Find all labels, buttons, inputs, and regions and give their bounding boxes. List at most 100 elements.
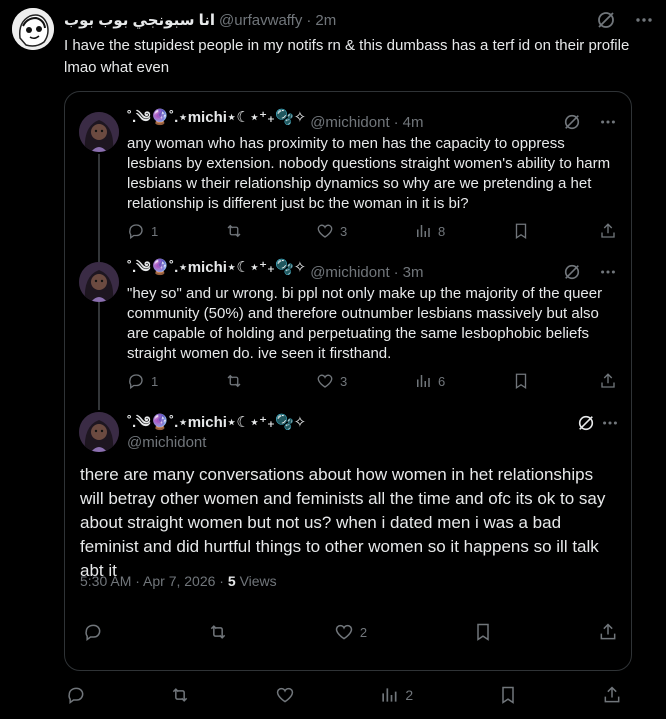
share-button[interactable] xyxy=(599,372,619,390)
main-tweet-author[interactable]: ˚.༄🔮˚.⋆michi⋆☾⋆⁺₊🫧✧ @michidont xyxy=(127,413,306,453)
tweet-header: ˚.༄🔮˚.⋆michi⋆☾⋆⁺₊🫧✧ @michidont · 4m xyxy=(127,109,617,132)
bookmark-icon xyxy=(501,686,514,704)
share-icon xyxy=(601,223,615,238)
more-options-icon[interactable] xyxy=(599,263,617,281)
grok-icon[interactable] xyxy=(577,414,595,437)
view-count: 8 xyxy=(438,223,446,239)
bookmark-icon xyxy=(515,223,527,240)
tweet-text: any woman who has proximity to men has t… xyxy=(127,135,611,212)
heart-icon xyxy=(317,224,333,238)
like-button[interactable]: 3 xyxy=(316,372,347,390)
reply-count: 1 xyxy=(151,223,159,239)
timestamp[interactable]: 4m xyxy=(403,114,424,131)
avatar[interactable] xyxy=(12,8,54,50)
views-button[interactable]: 8 xyxy=(414,222,445,240)
reply-button[interactable]: 1 xyxy=(127,372,158,390)
reply-count: 1 xyxy=(151,373,159,389)
share-icon xyxy=(600,623,616,640)
share-button[interactable] xyxy=(598,622,618,642)
more-options-icon[interactable] xyxy=(599,113,617,131)
reply-icon xyxy=(129,374,143,390)
user-handle[interactable]: @michidont xyxy=(310,264,389,281)
avatar-image xyxy=(12,8,54,50)
main-tweet-actions: 2 xyxy=(83,622,618,642)
tweet-actions: 1 3 6 xyxy=(127,371,619,391)
avatar-image xyxy=(79,412,119,452)
display-name[interactable]: انا سبونجي بوب بوب xyxy=(64,11,215,29)
heart-icon xyxy=(276,687,294,703)
bookmark-button[interactable] xyxy=(498,685,518,705)
grok-icon[interactable] xyxy=(563,263,581,281)
share-button[interactable] xyxy=(602,685,622,705)
tweet-text: I have the stupidest people in my notifs… xyxy=(64,37,630,76)
bookmark-button[interactable] xyxy=(473,622,493,642)
user-handle[interactable]: @urfavwaffy xyxy=(219,12,302,29)
analytics-icon xyxy=(417,225,430,237)
view-count: 2 xyxy=(405,687,414,703)
share-button[interactable] xyxy=(599,222,619,240)
like-button[interactable]: 3 xyxy=(316,222,347,240)
heart-icon xyxy=(317,374,333,388)
repost-button[interactable] xyxy=(225,372,249,390)
reply-icon xyxy=(68,687,84,704)
repost-button[interactable] xyxy=(225,222,249,240)
reply-button[interactable] xyxy=(83,622,103,642)
heart-icon xyxy=(335,624,353,640)
avatar-image xyxy=(79,262,119,302)
separator-dot: · xyxy=(306,11,312,29)
tweet-header: ˚.༄🔮˚.⋆michi⋆☾⋆⁺₊🫧✧ @michidont · 3m xyxy=(127,259,617,282)
tweet-actions: 1 3 8 xyxy=(127,221,619,241)
views-count: 5 xyxy=(227,573,236,589)
view-count: 6 xyxy=(438,373,446,389)
avatar[interactable] xyxy=(79,112,119,152)
repost-icon xyxy=(173,688,188,702)
share-icon xyxy=(601,373,615,388)
separator-dot: · xyxy=(393,113,399,131)
like-count: 3 xyxy=(339,373,348,389)
views-label: Views xyxy=(239,573,277,589)
avatar[interactable] xyxy=(79,262,119,302)
user-handle[interactable]: @michidont xyxy=(127,433,306,453)
reply-button[interactable]: 1 xyxy=(127,222,158,240)
timestamp[interactable]: 2m xyxy=(315,12,336,29)
like-count: 3 xyxy=(339,223,348,239)
avatar[interactable] xyxy=(79,412,119,452)
user-handle[interactable]: @michidont xyxy=(310,114,389,131)
reply-icon xyxy=(129,224,143,240)
analytics-icon xyxy=(382,688,397,702)
repost-icon xyxy=(211,625,226,639)
repost-button[interactable] xyxy=(170,685,190,705)
tweet-timestamp[interactable]: 5:30 AM · Apr 7, 2026 · xyxy=(80,573,228,589)
more-options-icon[interactable] xyxy=(634,10,654,30)
tweet-header: انا سبونجي بوب بوب @urfavwaffy · 2m xyxy=(64,10,654,30)
display-name[interactable]: ˚.༄🔮˚.⋆michi⋆☾⋆⁺₊🫧✧ xyxy=(127,413,306,433)
like-count: 2 xyxy=(359,624,368,640)
tweet-text: "hey so" and ur wrong. bi ppl not only m… xyxy=(127,285,603,362)
bookmark-button[interactable] xyxy=(512,222,532,240)
share-icon xyxy=(604,686,620,703)
views-button[interactable]: 2 xyxy=(379,685,413,705)
analytics-icon xyxy=(417,375,430,387)
bookmark-button[interactable] xyxy=(512,372,532,390)
grok-icon[interactable] xyxy=(563,113,581,131)
separator-dot: · xyxy=(393,263,399,281)
tweet-metadata: 5:30 AM · Apr 7, 2026 · 5 Views xyxy=(80,573,277,589)
thread-line xyxy=(98,154,100,268)
main-tweet-text: there are many conversations about how w… xyxy=(80,465,606,580)
tweet-actions: 2 xyxy=(66,683,622,707)
bookmark-icon xyxy=(476,623,489,641)
more-options-icon[interactable] xyxy=(601,414,619,437)
quoted-thread-card[interactable]: ˚.༄🔮˚.⋆michi⋆☾⋆⁺₊🫧✧ @michidont · 4m any … xyxy=(64,91,632,671)
repost-icon xyxy=(227,224,241,238)
thread-line xyxy=(98,302,100,410)
repost-icon xyxy=(227,374,241,388)
timestamp[interactable]: 3m xyxy=(403,264,424,281)
like-button[interactable] xyxy=(275,685,295,705)
views-button[interactable]: 6 xyxy=(414,372,445,390)
reply-icon xyxy=(85,624,101,641)
repost-button[interactable] xyxy=(208,622,228,642)
avatar-image xyxy=(79,112,119,152)
grok-icon[interactable] xyxy=(596,10,616,30)
like-button[interactable]: 2 xyxy=(334,622,367,642)
reply-button[interactable] xyxy=(66,685,86,705)
